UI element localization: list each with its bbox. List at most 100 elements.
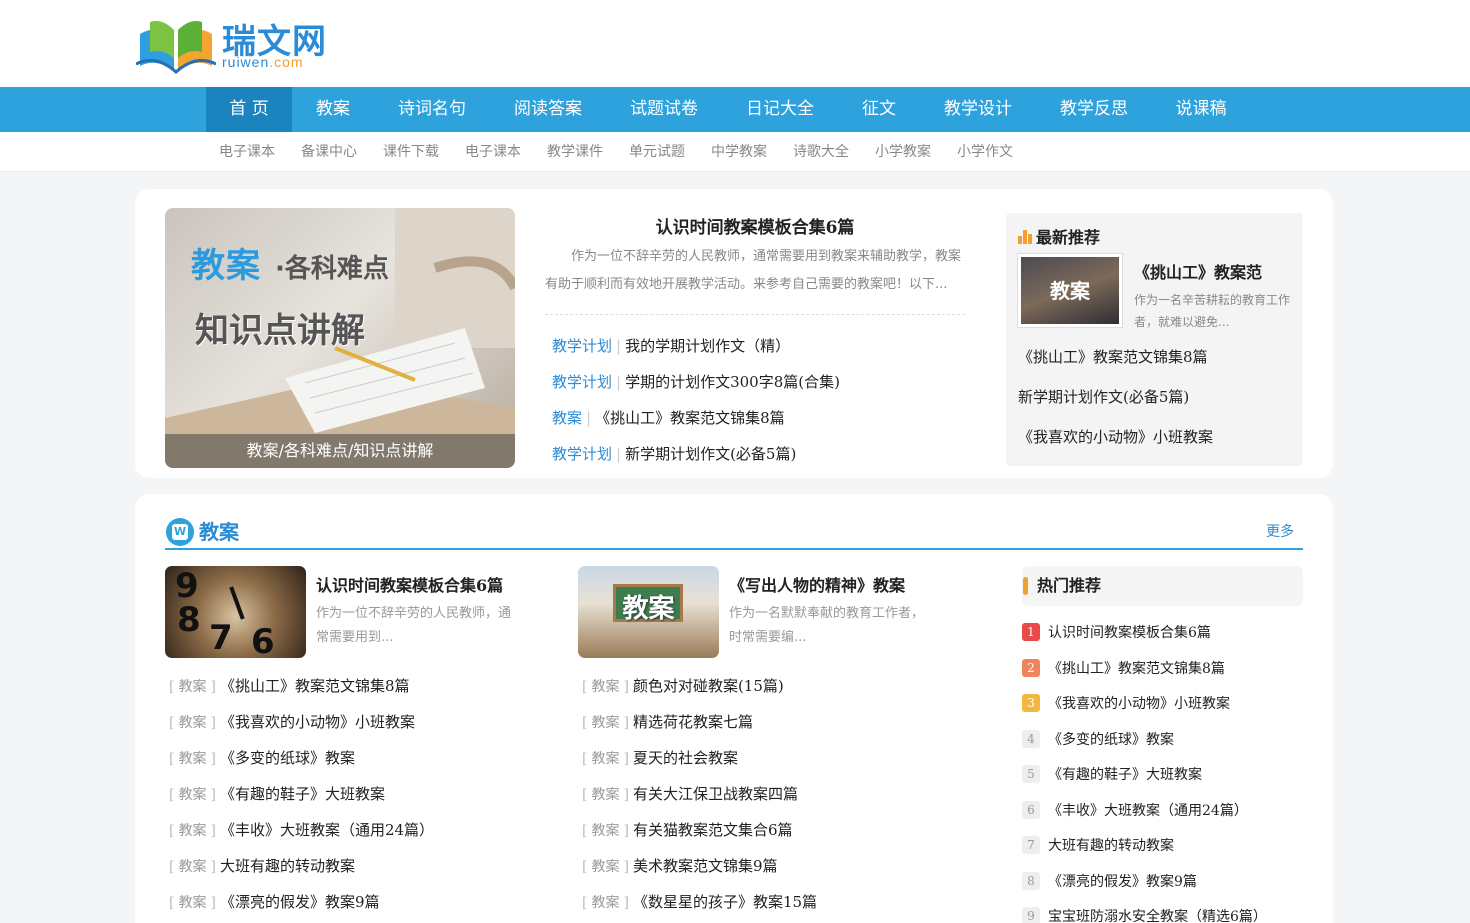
hot-item[interactable]: 4 《多变的纸球》教案 <box>1022 723 1267 759</box>
hot-item[interactable]: 8 《漂亮的假发》教案9篇 <box>1022 865 1267 901</box>
category-tag[interactable]: [教案] <box>165 679 220 695</box>
category-tag[interactable]: [教案] <box>165 823 220 839</box>
item-title[interactable]: 有关猫教案范文集合6篇 <box>633 821 793 839</box>
classroom-thumbnail[interactable]: 教案 <box>578 566 719 658</box>
article-title[interactable]: 《挑山工》教案范文锦集8篇 <box>595 409 785 427</box>
list-item[interactable]: [教案] 精选荷花教案七篇 <box>578 704 817 740</box>
recommend-item[interactable]: 新学期计划作文(必备5篇) <box>1018 377 1213 417</box>
list-item[interactable]: [教案] 《数星星的孩子》教案15篇 <box>578 884 817 920</box>
featured-link[interactable]: 教学计划 | 学期的计划作文300字8篇(合集) <box>552 364 972 400</box>
item-title[interactable]: 夏天的社会教案 <box>633 749 738 767</box>
list-item[interactable]: [教案] 《多变的纸球》教案 <box>165 740 434 776</box>
nav-item[interactable]: 日记大全 <box>722 87 838 132</box>
hot-title-text[interactable]: 《多变的纸球》教案 <box>1048 732 1174 748</box>
feature-banner[interactable]: 教案 ·各科难点 知识点讲解 教案/各科难点/知识点讲解 <box>165 208 515 468</box>
list-item[interactable]: [教案] 颜色对对碰教案(15篇) <box>578 668 817 704</box>
list-item[interactable]: [教案] 有关猫教案范文集合6篇 <box>578 812 817 848</box>
category-tag[interactable]: [教案] <box>578 895 633 911</box>
nav-item[interactable]: 教学反思 <box>1036 87 1152 132</box>
hot-item[interactable]: 7 大班有趣的转动教案 <box>1022 829 1267 865</box>
nav-item[interactable]: 首 页 <box>206 87 292 132</box>
item-title[interactable]: 《数星星的孩子》教案15篇 <box>633 893 817 911</box>
hot-item[interactable]: 9 宝宝班防溺水安全教案（精选6篇） <box>1022 900 1267 923</box>
category-tag[interactable]: [教案] <box>165 715 220 731</box>
hot-title-text[interactable]: 《漂亮的假发》教案9篇 <box>1048 874 1197 890</box>
category-tag[interactable]: [教案] <box>578 679 633 695</box>
subnav-link[interactable]: 单元试题 <box>629 132 685 172</box>
item-title[interactable]: 精选荷花教案七篇 <box>633 713 753 731</box>
subnav-link[interactable]: 电子课本 <box>465 132 521 172</box>
list-item[interactable]: [教案] 《漂亮的假发》教案9篇 <box>165 884 434 920</box>
list-item[interactable]: [教案] 《有趣的鞋子》大班教案 <box>165 776 434 812</box>
subnav-link[interactable]: 诗歌大全 <box>793 132 849 172</box>
subnav-link[interactable]: 中学教案 <box>711 132 767 172</box>
article-title[interactable]: 学期的计划作文300字8篇(合集) <box>625 373 840 391</box>
subnav-link[interactable]: 课件下载 <box>383 132 439 172</box>
list-item[interactable]: [教案] 《挑山工》教案范文锦集8篇 <box>165 668 434 704</box>
item-title[interactable]: 有关大江保卫战教案四篇 <box>633 785 798 803</box>
nav-item[interactable]: 教案 <box>292 87 374 132</box>
featured-link[interactable]: 教学计划 | 新学期计划作文(必备5篇) <box>552 436 972 472</box>
item-title[interactable]: 大班有趣的转动教案 <box>220 857 355 875</box>
card-title[interactable]: 《写出人物的精神》教案 <box>729 572 905 596</box>
clock-thumbnail[interactable]: 9 8 7 6 <box>165 566 306 658</box>
article-title[interactable]: 我的学期计划作文（精） <box>625 337 790 355</box>
site-logo[interactable]: 瑞文网 ruiwen.com <box>136 14 346 74</box>
more-link[interactable]: 更多 <box>1266 521 1294 541</box>
item-title[interactable]: 《丰收》大班教案（通用24篇） <box>220 821 434 839</box>
list-item[interactable]: [教案] 美术教案范文锦集9篇 <box>578 848 817 884</box>
list-item[interactable]: [教案] 有关大江保卫战教案四篇 <box>578 776 817 812</box>
recommend-item[interactable]: 《挑山工》教案范文锦集8篇 <box>1018 337 1213 377</box>
section-title[interactable]: 教案 <box>199 516 239 545</box>
item-title[interactable]: 《我喜欢的小动物》小班教案 <box>220 713 415 731</box>
category-tag[interactable]: [教案] <box>578 715 633 731</box>
category-link[interactable]: 教学计划 <box>552 337 612 355</box>
hot-title-text[interactable]: 《丰收》大班教案（通用24篇） <box>1048 803 1248 819</box>
hot-item[interactable]: 5 《有趣的鞋子》大班教案 <box>1022 758 1267 794</box>
list-item[interactable]: [教案] 《我喜欢的小动物》小班教案 <box>165 704 434 740</box>
nav-item[interactable]: 征文 <box>838 87 920 132</box>
featured-link[interactable]: 教学计划 | 我的学期计划作文（精） <box>552 328 972 364</box>
article-title[interactable]: 新学期计划作文(必备5篇) <box>625 445 796 463</box>
item-title[interactable]: 颜色对对碰教案(15篇) <box>633 677 784 695</box>
recommend-top-title[interactable]: 《挑山工》教案范 <box>1134 259 1262 283</box>
hot-item[interactable]: 1 认识时间教案模板合集6篇 <box>1022 616 1267 652</box>
category-tag[interactable]: [教案] <box>578 787 633 803</box>
recommend-item[interactable]: 《我喜欢的小动物》小班教案 <box>1018 417 1213 457</box>
item-title[interactable]: 《漂亮的假发》教案9篇 <box>220 893 380 911</box>
card-title[interactable]: 认识时间教案模板合集6篇 <box>316 572 503 596</box>
category-link[interactable]: 教案 <box>552 409 582 427</box>
nav-item[interactable]: 阅读答案 <box>490 87 606 132</box>
item-title[interactable]: 《挑山工》教案范文锦集8篇 <box>220 677 410 695</box>
category-link[interactable]: 教学计划 <box>552 373 612 391</box>
hot-item[interactable]: 3 《我喜欢的小动物》小班教案 <box>1022 687 1267 723</box>
featured-link[interactable]: 教案 | 《挑山工》教案范文锦集8篇 <box>552 400 972 436</box>
nav-item[interactable]: 说课稿 <box>1152 87 1250 132</box>
category-tag[interactable]: [教案] <box>165 895 220 911</box>
list-item[interactable]: [教案] 夏天的社会教案 <box>578 740 817 776</box>
subnav-link[interactable]: 电子课本 <box>219 132 275 172</box>
nav-item[interactable]: 诗词名句 <box>374 87 490 132</box>
item-title[interactable]: 美术教案范文锦集9篇 <box>633 857 778 875</box>
hot-title-text[interactable]: 认识时间教案模板合集6篇 <box>1048 625 1211 641</box>
hot-title-text[interactable]: 宝宝班防溺水安全教案（精选6篇） <box>1048 909 1267 923</box>
subnav-link[interactable]: 教学课件 <box>547 132 603 172</box>
subnav-link[interactable]: 备课中心 <box>301 132 357 172</box>
category-tag[interactable]: [教案] <box>578 859 633 875</box>
hot-item[interactable]: 2 《挑山工》教案范文锦集8篇 <box>1022 652 1267 688</box>
hot-title-text[interactable]: 《有趣的鞋子》大班教案 <box>1048 767 1202 783</box>
item-title[interactable]: 《有趣的鞋子》大班教案 <box>220 785 385 803</box>
recommend-thumbnail[interactable]: 教案 <box>1017 253 1123 328</box>
category-tag[interactable]: [教案] <box>165 859 220 875</box>
category-tag[interactable]: [教案] <box>165 751 220 767</box>
item-title[interactable]: 《多变的纸球》教案 <box>220 749 355 767</box>
category-tag[interactable]: [教案] <box>165 787 220 803</box>
list-item[interactable]: [教案] 《丰收》大班教案（通用24篇） <box>165 812 434 848</box>
list-item[interactable]: [教案] 大班有趣的转动教案 <box>165 848 434 884</box>
hot-title-text[interactable]: 《挑山工》教案范文锦集8篇 <box>1048 661 1225 677</box>
subnav-link[interactable]: 小学作文 <box>957 132 1013 172</box>
hot-title-text[interactable]: 《我喜欢的小动物》小班教案 <box>1048 696 1230 712</box>
category-tag[interactable]: [教案] <box>578 751 633 767</box>
hot-title-text[interactable]: 大班有趣的转动教案 <box>1048 838 1174 854</box>
category-link[interactable]: 教学计划 <box>552 445 612 463</box>
